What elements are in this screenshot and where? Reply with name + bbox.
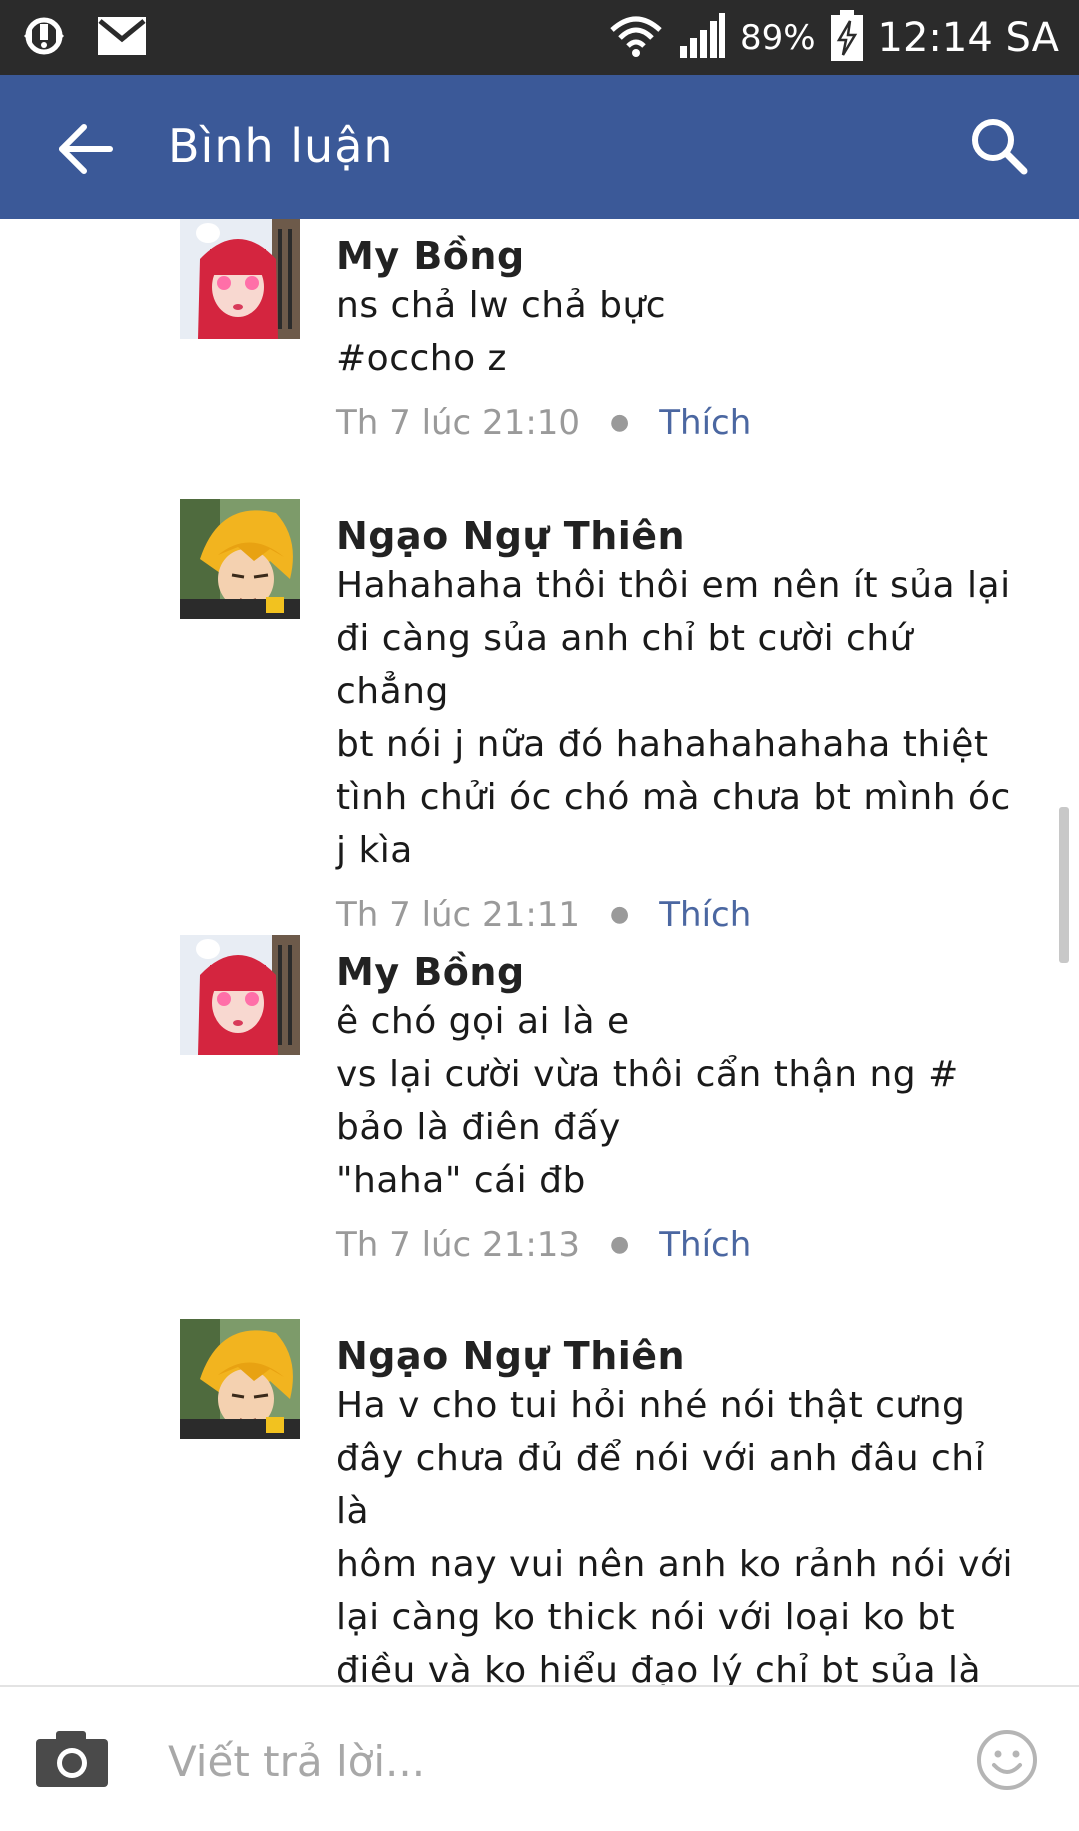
comment-author[interactable]: Ngạo Ngự Thiên <box>336 1333 1016 1379</box>
comment-time: Th 7 lúc 21:11 <box>336 895 581 935</box>
reply-bar <box>0 1685 1079 1831</box>
yellow-hair-avatar-icon <box>180 499 300 619</box>
app-bar: Bình luận <box>0 75 1079 219</box>
comment-time: Th 7 lúc 21:13 <box>336 1225 581 1265</box>
avatar[interactable] <box>180 499 300 619</box>
comment-list[interactable]: My Bồng ns chả lw chả bực #occho z Th 7 … <box>0 219 1079 1685</box>
red-hair-avatar-icon <box>180 935 300 1055</box>
status-bar: 89% 12:14 SA <box>0 0 1079 75</box>
battery-icon <box>830 10 864 66</box>
clock: 12:14 SA <box>877 15 1059 61</box>
comment-author[interactable]: Ngạo Ngự Thiên <box>336 513 1016 559</box>
emoji-button[interactable] <box>976 1729 1038 1791</box>
mail-icon <box>96 15 148 61</box>
like-button[interactable]: Thích <box>659 399 751 447</box>
avatar[interactable] <box>180 935 300 1055</box>
separator-dot: ● <box>610 1232 630 1257</box>
wifi-icon <box>608 14 664 62</box>
reply-input[interactable] <box>166 1727 930 1795</box>
scrollbar[interactable] <box>1059 807 1069 963</box>
comment-text: Ha v cho tui hỏi nhé nói thật cưng đây c… <box>336 1385 1013 1685</box>
like-button[interactable]: Thích <box>659 891 751 939</box>
sync-icon <box>22 14 66 62</box>
battery-percent: 89% <box>739 18 816 58</box>
comment-meta: Th 7 lúc 21:13 ● Thích <box>336 1221 1016 1269</box>
search-button[interactable] <box>968 115 1030 177</box>
red-hair-avatar-icon <box>180 219 300 339</box>
camera-icon <box>36 1731 108 1787</box>
yellow-hair-avatar-icon <box>180 1319 300 1439</box>
avatar[interactable] <box>180 1319 300 1439</box>
comment-time: Th 7 lúc 21:10 <box>336 403 581 443</box>
comment-author[interactable]: My Bồng <box>336 949 1016 995</box>
comment-author[interactable]: My Bồng <box>336 233 1016 279</box>
like-button[interactable]: Thích <box>659 1221 751 1269</box>
comment-text: Hahahaha thôi thôi em nên ít sủa lại đi … <box>336 565 1011 871</box>
page-title: Bình luận <box>168 119 394 173</box>
back-arrow-icon <box>59 124 113 174</box>
signal-icon <box>678 12 726 64</box>
comment-text: ns chả lw chả bực #occho z <box>336 285 667 379</box>
search-icon <box>972 119 1028 175</box>
comment-meta: Th 7 lúc 21:11 ● Thích <box>336 891 1016 939</box>
emoji-icon <box>977 1730 1037 1790</box>
avatar[interactable] <box>180 219 300 339</box>
camera-button[interactable] <box>34 1727 110 1789</box>
comment-text: ê chó gọi ai là e vs lại cười vừa thôi c… <box>336 1001 959 1201</box>
comment-meta: Th 7 lúc 21:10 ● Thích <box>336 399 1016 447</box>
separator-dot: ● <box>610 902 630 927</box>
separator-dot: ● <box>610 410 630 435</box>
back-button[interactable] <box>56 121 116 177</box>
